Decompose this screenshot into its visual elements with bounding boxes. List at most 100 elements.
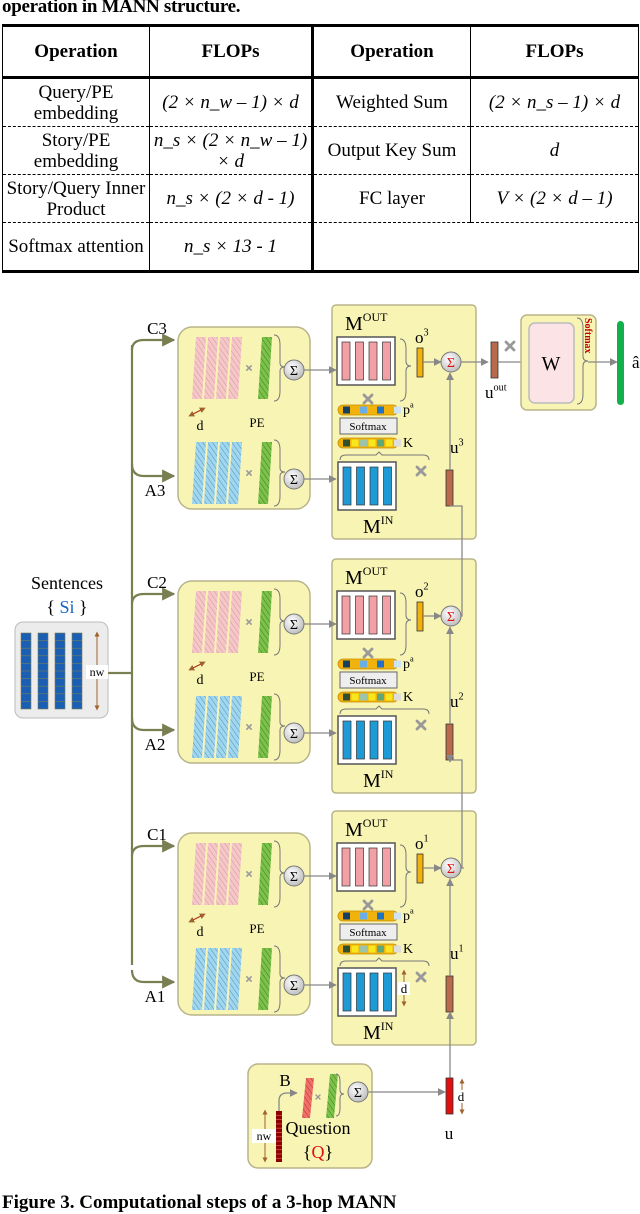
sigma-glyph: Σ <box>290 727 298 742</box>
question-set-label: {Q} <box>303 1142 333 1162</box>
vector-cell <box>343 945 350 953</box>
c-sum-icon: Σ <box>283 865 305 887</box>
vector-cell <box>377 693 384 701</box>
question-label: Question <box>286 1118 351 1138</box>
branch-c-line <box>130 333 176 351</box>
vector-cell <box>377 439 384 447</box>
min-block <box>337 461 397 511</box>
memory-slot <box>383 972 392 1012</box>
vector-cell <box>351 693 359 701</box>
vector-cell <box>377 406 384 414</box>
vector-cell <box>343 660 350 668</box>
nw-label: nw <box>90 665 105 679</box>
o-vector <box>416 853 424 884</box>
final-softmax-label: Softmax <box>582 318 593 354</box>
vector-cell <box>385 406 393 414</box>
memory-slot <box>342 720 352 760</box>
vector-cell <box>343 912 350 920</box>
vector-cell <box>351 660 359 668</box>
vector-cell <box>385 945 393 953</box>
mout-block <box>336 590 396 640</box>
memory-slot <box>356 466 365 506</box>
vector-cell <box>394 945 401 953</box>
k-label: K <box>403 942 413 957</box>
d-label: d <box>197 925 204 940</box>
sigma-glyph: Σ <box>447 356 455 371</box>
a-sum-icon: Σ <box>283 468 305 490</box>
hop-sum-icon: Σ <box>440 857 462 879</box>
vector-cell <box>360 439 367 447</box>
memory-slot <box>369 466 379 506</box>
memory-slot <box>355 595 364 635</box>
sigma-glyph: Σ <box>447 610 455 625</box>
u-initial-label: u <box>445 1124 454 1143</box>
memory-slot <box>341 595 351 635</box>
branch-c-line <box>130 587 176 605</box>
memory-slot <box>341 847 351 887</box>
branch-a-line <box>130 969 176 989</box>
answer-label: â <box>632 353 640 372</box>
answer-vector <box>617 321 624 405</box>
question-sum-icon: Σ <box>347 1081 369 1103</box>
memory-slot <box>355 847 364 887</box>
mout-block <box>336 336 396 386</box>
pe-label: PE <box>249 669 264 684</box>
vector-cell <box>343 693 350 701</box>
memory-slot <box>383 466 392 506</box>
softmax-label: Softmax <box>349 675 387 687</box>
memory-slot <box>355 341 364 381</box>
u-vector <box>445 469 454 507</box>
vector-cell <box>351 912 359 920</box>
softmax-label: Softmax <box>349 421 387 433</box>
u-vector <box>445 975 454 1013</box>
pe-label: PE <box>249 415 264 430</box>
k-vector <box>337 691 401 703</box>
memory-slot <box>382 341 391 381</box>
sigma-glyph: Σ <box>290 473 298 488</box>
sentences-label: Sentences <box>31 573 103 593</box>
sigma-glyph: Σ <box>354 1086 362 1101</box>
vector-cell <box>368 912 376 920</box>
u-d-label: d <box>458 1089 465 1104</box>
softmax-label: Softmax <box>349 927 387 939</box>
vector-cell <box>368 660 376 668</box>
memory-slot <box>356 720 365 760</box>
vector-cell <box>360 912 367 920</box>
uout-label: uout <box>485 382 507 402</box>
min-block <box>337 967 397 1017</box>
memory-slot <box>369 972 379 1012</box>
b-label: B <box>279 1071 290 1090</box>
k-label: K <box>403 436 413 451</box>
branch-a-line <box>130 463 176 483</box>
memory-slot <box>368 595 378 635</box>
vector-cell <box>343 406 350 414</box>
memory-slot <box>382 595 391 635</box>
vector-cell <box>377 660 384 668</box>
a-label: A1 <box>145 987 166 1006</box>
o-vector <box>416 601 424 632</box>
vector-cell <box>368 945 376 953</box>
c-label: C1 <box>147 825 167 844</box>
question-nw-label: nw <box>257 1129 272 1143</box>
vector-cell <box>360 693 367 701</box>
vector-cell <box>394 439 401 447</box>
vector-cell <box>360 406 367 414</box>
vector-cell <box>377 945 384 953</box>
mann-diagram: Sentences{ Si }nwC3A3d PE SoftmaxKΣΣMOUTpa… <box>14 304 640 1169</box>
c-label: C2 <box>147 573 167 592</box>
u-vector <box>445 723 454 761</box>
a-sum-icon: Σ <box>283 722 305 744</box>
hop-1: C1 A1 d PE Softmax K <box>130 810 477 1046</box>
w-label: W <box>542 353 561 375</box>
u-initial-vector <box>445 1077 454 1115</box>
memory-slot <box>368 341 378 381</box>
vector-cell <box>385 693 393 701</box>
k-vector <box>337 943 401 955</box>
vector-cell <box>385 439 393 447</box>
min-block <box>337 715 397 765</box>
d-label: d <box>197 419 204 434</box>
hop-2: C2 A2 d PE Softmax K <box>130 558 477 794</box>
memory-slot <box>368 847 378 887</box>
vector-cell <box>377 912 384 920</box>
vector-cell <box>385 660 393 668</box>
